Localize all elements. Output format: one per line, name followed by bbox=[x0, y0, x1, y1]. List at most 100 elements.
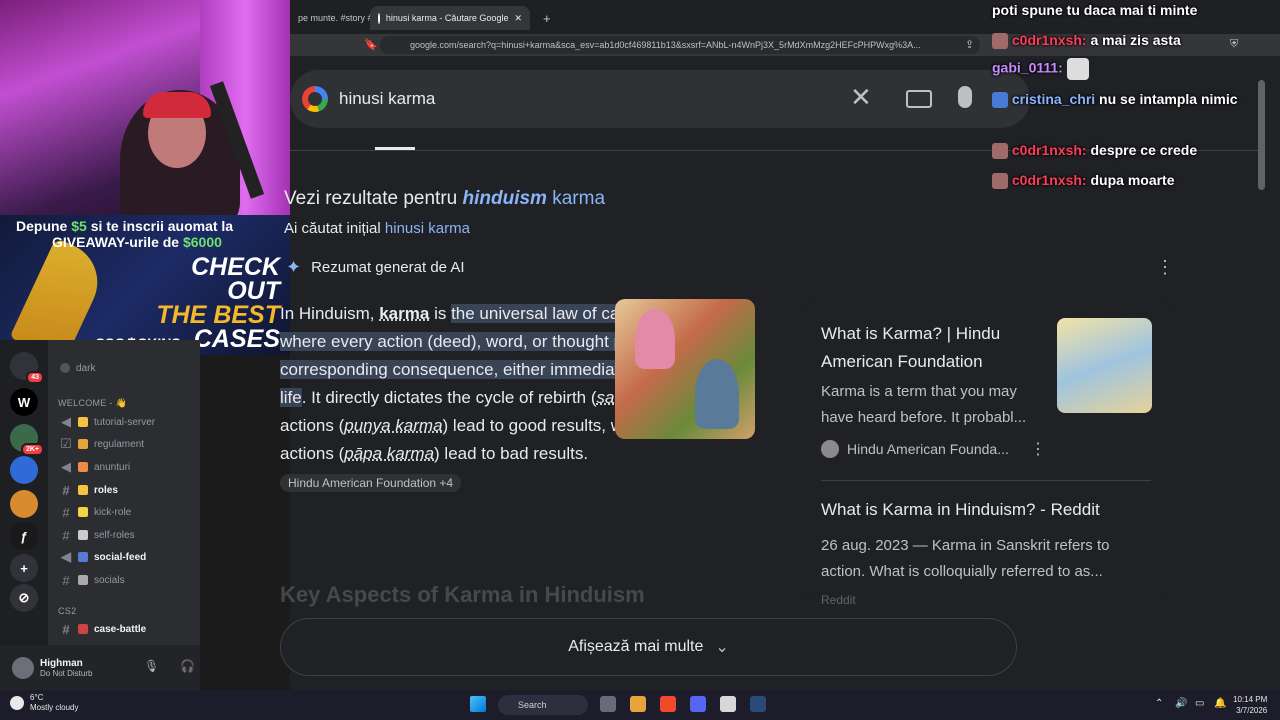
server-w-icon[interactable]: W bbox=[10, 388, 38, 416]
avatar[interactable] bbox=[12, 656, 34, 679]
ai-overview-image[interactable] bbox=[615, 299, 755, 439]
hash-icon: # bbox=[62, 621, 70, 637]
monitor-icon[interactable]: ▭ bbox=[1195, 698, 1204, 709]
original-query-link[interactable]: hinusi karma bbox=[385, 220, 470, 237]
source-site[interactable]: Reddit bbox=[821, 593, 856, 607]
brave-icon[interactable] bbox=[660, 696, 676, 712]
category-cs2[interactable]: CS2 bbox=[58, 606, 76, 616]
close-tab-icon[interactable]: ✕ bbox=[514, 13, 522, 24]
user-badge-icon bbox=[992, 173, 1008, 190]
address-bar[interactable]: google.com/search?q=hinusi+karma&sca_esv… bbox=[380, 36, 980, 54]
task-view-icon[interactable] bbox=[600, 696, 616, 712]
source-title-link[interactable]: What is Karma? | Hindu American Foundati… bbox=[821, 320, 1041, 376]
google-favicon-icon bbox=[378, 12, 380, 24]
steam-icon[interactable] bbox=[750, 696, 766, 712]
channel-anunturi[interactable]: ◀ anunturi bbox=[60, 457, 130, 477]
google-logo-icon[interactable] bbox=[302, 86, 328, 112]
webcam-overlay bbox=[0, 0, 290, 215]
chat-message: c0dr1nxsh: dupa moarte bbox=[992, 172, 1175, 190]
discord-user-panel: Highman Do Not Disturb 🎙 🎧 bbox=[0, 645, 200, 690]
hash-icon: # bbox=[62, 482, 70, 498]
taskbar-search[interactable]: Search bbox=[498, 695, 588, 715]
voice-search-icon[interactable] bbox=[958, 86, 972, 108]
source-snippet: 26 aug. 2023 — Karma in Sanskrit refers … bbox=[821, 537, 1110, 580]
emoji-icon bbox=[78, 552, 88, 562]
more-options-icon[interactable]: ⋮ bbox=[1030, 439, 1046, 459]
notification-icon[interactable]: 🔔 bbox=[1214, 698, 1226, 709]
avatar-icon bbox=[60, 363, 70, 373]
channel-kick-role[interactable]: # kick-role bbox=[60, 502, 131, 522]
speaker-icon[interactable]: 🔊 bbox=[1175, 698, 1187, 709]
stream-chat-overlay: poti spune tu daca mai ti minte c0dr1nxs… bbox=[990, 0, 1280, 200]
ad-line-1: Depune $5 si te inscrii auomat la bbox=[16, 218, 234, 234]
category-welcome[interactable]: WELCOME - 👋 bbox=[58, 398, 127, 409]
chat-message: poti spune tu daca mai ti minte bbox=[992, 2, 1198, 18]
corrected-query-link[interactable]: hinduism bbox=[463, 188, 547, 209]
headset-icon[interactable]: 🎧 bbox=[180, 659, 195, 673]
cat-emote-icon bbox=[1066, 58, 1089, 80]
discord-icon[interactable] bbox=[690, 696, 706, 712]
chat-message: c0dr1nxsh: despre ce crede bbox=[992, 142, 1197, 160]
server-icon[interactable]: 2K+ bbox=[10, 424, 44, 456]
section-heading: Key Aspects of Karma in Hinduism bbox=[280, 582, 645, 607]
search-input[interactable]: hinusi karma bbox=[339, 89, 435, 109]
emoji-icon bbox=[78, 462, 88, 472]
channel-self-roles[interactable]: # self-roles bbox=[60, 525, 134, 545]
source-snippet: Karma is a term that you may have heard … bbox=[821, 383, 1027, 426]
weather-widget[interactable]: 6°C Mostly cloudy bbox=[10, 693, 78, 713]
channel-social-feed[interactable]: ◀ social-feed bbox=[60, 547, 146, 567]
show-more-button[interactable]: Afișează mai multe ⌄ bbox=[280, 618, 1017, 676]
dark-channel[interactable]: dark bbox=[60, 358, 95, 378]
channel-socials[interactable]: # socials bbox=[60, 570, 124, 590]
channel-roles[interactable]: # roles bbox=[60, 480, 118, 500]
clear-search-icon[interactable]: ✕ bbox=[850, 82, 872, 113]
bookmark-icon[interactable]: 🔖 bbox=[364, 38, 378, 51]
windows-taskbar: 6°C Mostly cloudy Search ⌃ 🔊 ▭ 🔔 10:14 PM… bbox=[0, 690, 1280, 720]
mic-icon[interactable]: 🎙 bbox=[144, 659, 159, 673]
keyboard-icon[interactable] bbox=[906, 90, 932, 108]
rules-icon: ☑ bbox=[60, 436, 72, 451]
add-server-icon[interactable]: + bbox=[10, 554, 38, 582]
sparkle-icon: ✦ bbox=[286, 257, 302, 277]
tab-google-search[interactable]: hinusi karma - Căutare Google ✕ bbox=[370, 6, 530, 30]
emoji-icon bbox=[78, 530, 88, 540]
source-thumbnail[interactable] bbox=[1057, 318, 1152, 413]
announcement-icon: ◀ bbox=[61, 459, 71, 474]
server-icon[interactable]: ƒ bbox=[10, 522, 38, 550]
sponsor-ad: Depune $5 si te inscrii auomat la GIVEAW… bbox=[0, 215, 290, 355]
channel-tutorial-server[interactable]: ◀ tutorial-server bbox=[60, 412, 155, 432]
system-clock[interactable]: 10:14 PM 3/7/2026 bbox=[1233, 694, 1267, 716]
app-icon[interactable] bbox=[720, 696, 736, 712]
share-icon[interactable]: ⇪ bbox=[965, 38, 974, 51]
chat-message: c0dr1nxsh: a mai zis asta bbox=[992, 32, 1181, 50]
more-options-icon[interactable]: ⋮ bbox=[1156, 257, 1174, 278]
channel-regulament[interactable]: ☑ regulament bbox=[60, 434, 144, 454]
hash-icon: # bbox=[62, 527, 70, 543]
chat-message: gabi_0111: bbox=[992, 58, 1089, 80]
tab-story[interactable]: pe munte. #story # bbox=[290, 6, 381, 30]
chat-message: cristina_chri nu se intampla nimic bbox=[992, 91, 1238, 109]
start-button[interactable] bbox=[470, 696, 486, 712]
chevron-up-icon[interactable]: ⌃ bbox=[1155, 698, 1163, 709]
google-search-bar: hinusi karma ✕ bbox=[290, 70, 1030, 128]
server-icon[interactable] bbox=[10, 490, 38, 518]
discover-icon[interactable]: ⊘ bbox=[10, 584, 38, 612]
divider bbox=[821, 480, 1151, 481]
server-icon[interactable] bbox=[10, 456, 38, 484]
server-icon[interactable]: 43 bbox=[10, 352, 44, 384]
hash-icon: # bbox=[62, 504, 70, 520]
original-query: Ai căutat inițial hinusi karma bbox=[284, 220, 470, 237]
wave-emoji-icon bbox=[78, 417, 88, 427]
ad-line-2: GIVEAWAY-urile de $6000 bbox=[52, 234, 222, 250]
source-site[interactable]: Hindu American Founda... bbox=[821, 440, 1009, 458]
file-explorer-icon[interactable] bbox=[630, 696, 646, 712]
link-emoji-icon bbox=[78, 575, 88, 585]
user-badge-icon bbox=[992, 92, 1008, 109]
source-panel: What is Karma? | Hindu American Foundati… bbox=[802, 300, 1170, 607]
screen: Depune $5 si te inscrii auomat la GIVEAW… bbox=[0, 0, 1280, 720]
new-tab-button[interactable]: + bbox=[535, 6, 559, 30]
source-title-link[interactable]: What is Karma in Hinduism? - Reddit bbox=[821, 500, 1100, 520]
source-chip[interactable]: Hindu American Foundation +4 bbox=[280, 474, 462, 492]
user-badge-icon bbox=[992, 33, 1008, 50]
channel-case-battle[interactable]: # case-battle bbox=[60, 619, 146, 639]
